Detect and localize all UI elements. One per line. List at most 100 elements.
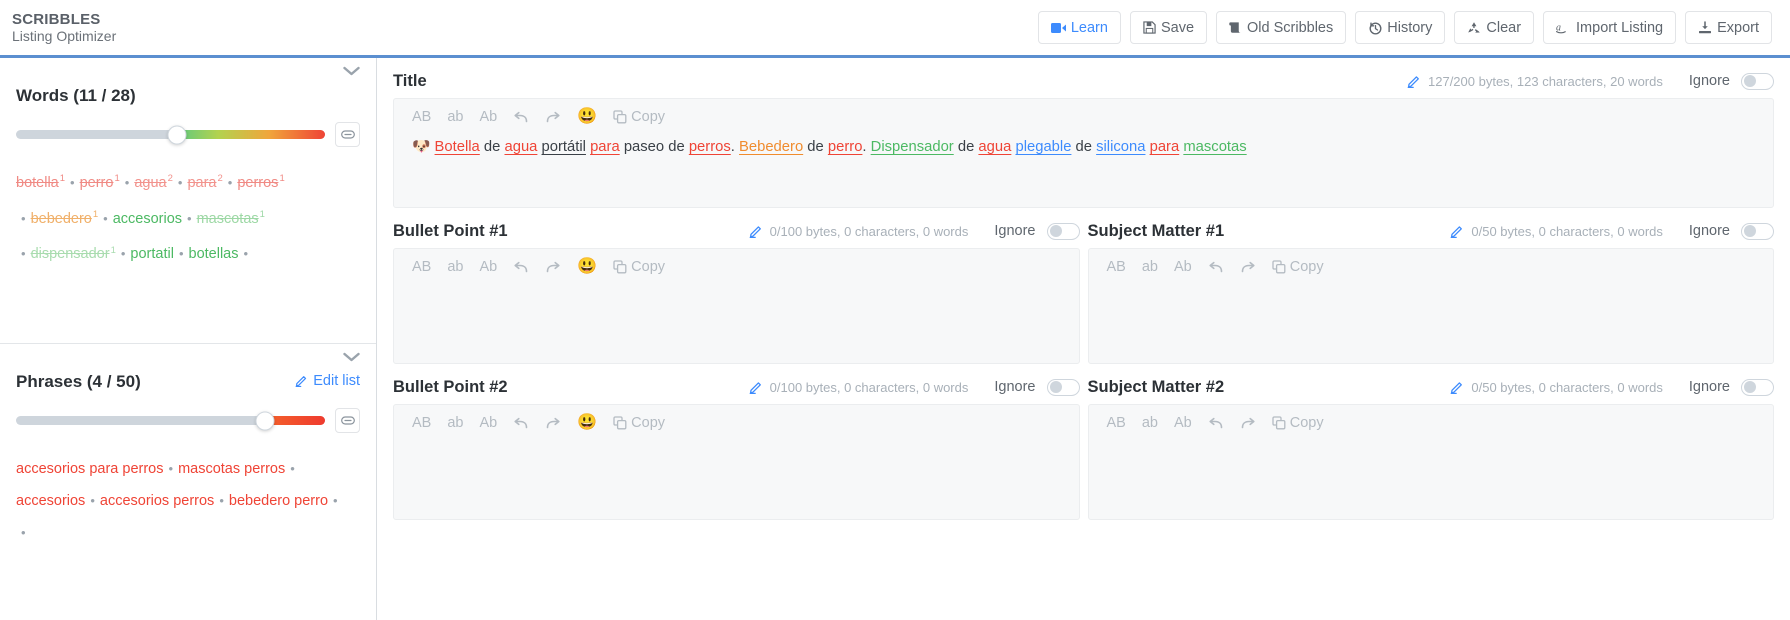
bullet-point-1-editor[interactable]: AB ab Ab 😃 Copy <box>393 248 1080 364</box>
title-token[interactable]: para <box>1150 139 1180 155</box>
title-ignore-toggle[interactable] <box>1741 72 1774 90</box>
bullet-point-2-content[interactable] <box>394 437 1079 451</box>
title-token[interactable]: . <box>731 139 739 155</box>
bullet-point-2-ignore-toggle[interactable] <box>1046 378 1080 396</box>
subject-matter-2-edit-pencil-icon[interactable] <box>1450 380 1464 394</box>
subject-matter-1-ignore-toggle[interactable] <box>1741 222 1774 240</box>
keyword-chip[interactable]: bebedero1 <box>31 209 99 227</box>
uppercase-button[interactable]: AB <box>1107 415 1126 431</box>
title-token[interactable]: mascotas <box>1183 139 1246 155</box>
keyword-chip[interactable]: accesorios <box>113 211 182 227</box>
title-editor-content[interactable]: 🐶 Botella de agua portátil para paseo de… <box>394 131 1773 169</box>
titlecase-button[interactable]: Ab <box>1174 415 1192 431</box>
title-token[interactable]: perros <box>689 139 731 155</box>
subject-matter-1-content[interactable] <box>1089 281 1774 295</box>
keyword-chip[interactable]: mascotas1 <box>197 209 265 227</box>
bullet-point-1-content[interactable] <box>394 281 1079 295</box>
phrase-chip[interactable]: accesorios perros <box>100 493 214 509</box>
bullet-point-1-copy-button[interactable]: Copy <box>613 259 665 275</box>
keyword-chip[interactable]: botella1 <box>16 173 65 191</box>
undo-arrow-icon[interactable] <box>513 260 529 274</box>
subject-matter-1-copy-button[interactable]: Copy <box>1272 259 1324 275</box>
lowercase-button[interactable]: ab <box>447 259 463 275</box>
subject-matter-2-copy-button[interactable]: Copy <box>1272 415 1324 431</box>
bullet-point-2-editor[interactable]: AB ab Ab 😃 Copy <box>393 404 1080 520</box>
redo-arrow-icon[interactable] <box>1240 416 1256 430</box>
title-token[interactable]: plegable <box>1015 139 1071 155</box>
uppercase-button[interactable]: AB <box>412 415 431 431</box>
subject-matter-2-ignore-toggle[interactable] <box>1741 378 1774 396</box>
title-token[interactable]: Botella <box>435 139 480 155</box>
clear-button[interactable]: Clear <box>1454 11 1535 44</box>
undo-arrow-icon[interactable] <box>513 110 529 124</box>
titlecase-button[interactable]: Ab <box>479 259 497 275</box>
phrases-link-icon[interactable] <box>335 408 360 433</box>
phrases-density-slider[interactable] <box>16 411 325 430</box>
phrase-chip[interactable]: accesorios <box>16 493 85 509</box>
subject-matter-2-editor[interactable]: AB ab Ab Copy <box>1087 404 1774 520</box>
title-copy-button[interactable]: Copy <box>613 109 665 125</box>
phrases-slider-knob[interactable] <box>255 411 275 430</box>
export-button[interactable]: Export <box>1685 11 1772 44</box>
title-edit-pencil-icon[interactable] <box>1407 74 1421 88</box>
title-token[interactable]: . <box>862 139 870 155</box>
lowercase-button[interactable]: ab <box>1142 259 1158 275</box>
uppercase-button[interactable]: AB <box>412 259 431 275</box>
titlecase-button[interactable]: Ab <box>1174 259 1192 275</box>
history-button[interactable]: History <box>1355 11 1446 44</box>
lowercase-button[interactable]: ab <box>447 109 463 125</box>
bullet-point-1-ignore-toggle[interactable] <box>1046 222 1080 240</box>
lowercase-button[interactable]: ab <box>447 415 463 431</box>
keyword-chip[interactable]: botellas <box>189 246 239 262</box>
title-token[interactable]: de <box>480 139 505 155</box>
undo-arrow-icon[interactable] <box>1208 260 1224 274</box>
title-editor[interactable]: AB ab Ab 😃 Copy 🐶 Botella de agua portát… <box>393 98 1774 208</box>
smiley-face-icon[interactable]: 😃 <box>577 109 597 125</box>
undo-arrow-icon[interactable] <box>1208 416 1224 430</box>
phrase-chip[interactable]: mascotas perros <box>178 461 285 477</box>
keyword-chip[interactable]: dispensador1 <box>31 245 116 263</box>
bullet-point-2-edit-pencil-icon[interactable] <box>749 380 763 394</box>
keyword-chip[interactable]: perros1 <box>237 173 284 191</box>
title-token[interactable]: agua <box>978 139 1011 155</box>
words-link-icon[interactable] <box>335 122 360 147</box>
lowercase-button[interactable]: ab <box>1142 415 1158 431</box>
subject-matter-2-content[interactable] <box>1089 437 1774 451</box>
title-token[interactable]: perro <box>828 139 863 155</box>
title-token[interactable]: paseo de <box>620 139 689 155</box>
smiley-face-icon[interactable]: 😃 <box>577 415 597 431</box>
words-panel-collapse-chevron-down-icon[interactable] <box>343 64 360 80</box>
redo-arrow-icon[interactable] <box>545 260 561 274</box>
import-listing-button[interactable]: a Import Listing <box>1543 11 1677 44</box>
redo-arrow-icon[interactable] <box>1240 260 1256 274</box>
keyword-chip[interactable]: agua2 <box>134 173 173 191</box>
bullet-point-2-copy-button[interactable]: Copy <box>613 415 665 431</box>
title-token[interactable]: Dispensador <box>871 139 954 155</box>
keyword-chip[interactable]: para2 <box>187 173 222 191</box>
title-token[interactable]: de <box>1071 139 1096 155</box>
edit-list-button[interactable]: Edit list <box>295 373 360 389</box>
titlecase-button[interactable]: Ab <box>479 415 497 431</box>
title-token[interactable]: para <box>590 139 620 155</box>
bullet-point-1-edit-pencil-icon[interactable] <box>749 224 763 238</box>
title-token[interactable]: 🐶 <box>412 139 435 155</box>
title-token[interactable]: silicona <box>1096 139 1145 155</box>
learn-button[interactable]: Learn <box>1037 11 1121 44</box>
phrases-panel-collapse-chevron-down-icon[interactable] <box>343 350 360 366</box>
save-button[interactable]: Save <box>1129 11 1208 44</box>
redo-arrow-icon[interactable] <box>545 416 561 430</box>
title-token[interactable]: Bebedero <box>739 139 803 155</box>
title-token[interactable]: portátil <box>542 139 586 155</box>
subject-matter-1-edit-pencil-icon[interactable] <box>1450 224 1464 238</box>
uppercase-button[interactable]: AB <box>412 109 431 125</box>
redo-arrow-icon[interactable] <box>545 110 561 124</box>
phrase-chip[interactable]: accesorios para perros <box>16 461 164 477</box>
words-density-slider[interactable] <box>16 125 325 144</box>
smiley-face-icon[interactable]: 😃 <box>577 259 597 275</box>
keyword-chip[interactable]: portatil <box>130 246 174 262</box>
uppercase-button[interactable]: AB <box>1107 259 1126 275</box>
title-token[interactable]: de <box>954 139 979 155</box>
words-slider-knob[interactable] <box>167 125 187 144</box>
old-scribbles-button[interactable]: Old Scribbles <box>1216 11 1347 44</box>
titlecase-button[interactable]: Ab <box>479 109 497 125</box>
